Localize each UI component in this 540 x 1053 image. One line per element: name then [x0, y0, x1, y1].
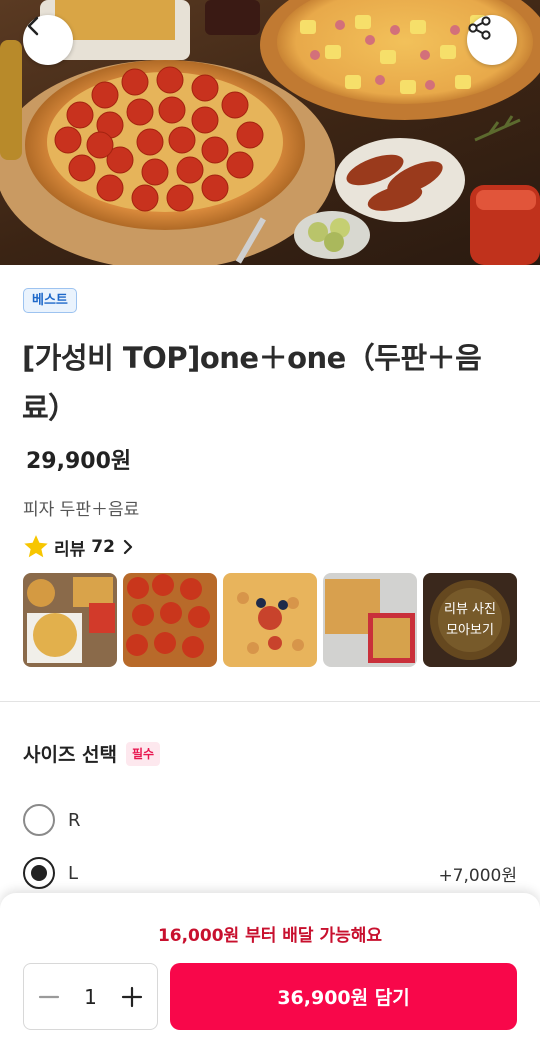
review-photo[interactable]	[123, 573, 217, 667]
product-hero-image	[0, 0, 540, 265]
review-link[interactable]: 리뷰 72	[22, 533, 135, 561]
add-to-cart-button[interactable]: 36,900원 담기	[170, 963, 517, 1030]
review-photo-image	[323, 573, 417, 667]
review-count: 72	[91, 537, 115, 557]
more-photos-label-line2: 모아보기	[446, 623, 494, 638]
section-divider	[0, 701, 540, 702]
size-section-title: 사이즈 선택	[23, 744, 118, 766]
review-photo-image	[223, 573, 317, 667]
share-icon	[468, 16, 491, 40]
cart-bottom-sheet: 16,000원 부터 배달 가능해요 1 36,900원 담기	[0, 893, 540, 1053]
size-option-l[interactable]: L +7,000원	[23, 856, 517, 890]
decrease-quantity-button[interactable]	[36, 984, 62, 1010]
pizza-photo	[0, 0, 540, 265]
size-option-price: +7,000원	[438, 865, 517, 886]
back-button[interactable]	[23, 15, 73, 65]
product-title: [가성비 TOP]one＋one（두판＋음료）	[22, 341, 482, 425]
increase-quantity-button[interactable]	[119, 984, 145, 1010]
chevron-left-icon	[27, 16, 39, 36]
size-option-r[interactable]: R	[23, 803, 517, 837]
size-option-name: R	[68, 809, 81, 831]
share-button[interactable]	[467, 15, 517, 65]
size-option-name: L	[68, 862, 79, 884]
radio-unchecked-icon[interactable]	[23, 804, 55, 836]
chevron-right-icon	[121, 539, 135, 555]
star-icon	[24, 535, 48, 558]
review-label: 리뷰	[54, 539, 86, 560]
review-photo-image	[123, 573, 217, 667]
radio-checked-icon[interactable]	[23, 857, 55, 889]
review-photo-image	[23, 573, 117, 667]
size-section-header: 사이즈 선택 필수	[23, 740, 161, 767]
product-description: 피자 두판＋음료	[23, 500, 140, 520]
more-review-photos-button[interactable]: 리뷰 사진 모아보기	[423, 573, 517, 667]
min-order-notice: 16,000원 부터 배달 가능해요	[157, 926, 383, 946]
best-badge: 베스트	[23, 288, 77, 313]
more-photos-label-line1: 리뷰 사진	[444, 602, 496, 617]
review-photo[interactable]	[223, 573, 317, 667]
review-photo-strip: 리뷰 사진 모아보기	[23, 573, 517, 667]
product-price: 29,900원	[26, 449, 132, 474]
required-badge: 필수	[126, 741, 161, 766]
plus-icon	[121, 986, 143, 1007]
minus-icon	[38, 995, 60, 998]
quantity-stepper: 1	[23, 963, 158, 1030]
review-photo[interactable]	[323, 573, 417, 667]
quantity-value: 1	[84, 984, 97, 1009]
review-photo[interactable]	[23, 573, 117, 667]
